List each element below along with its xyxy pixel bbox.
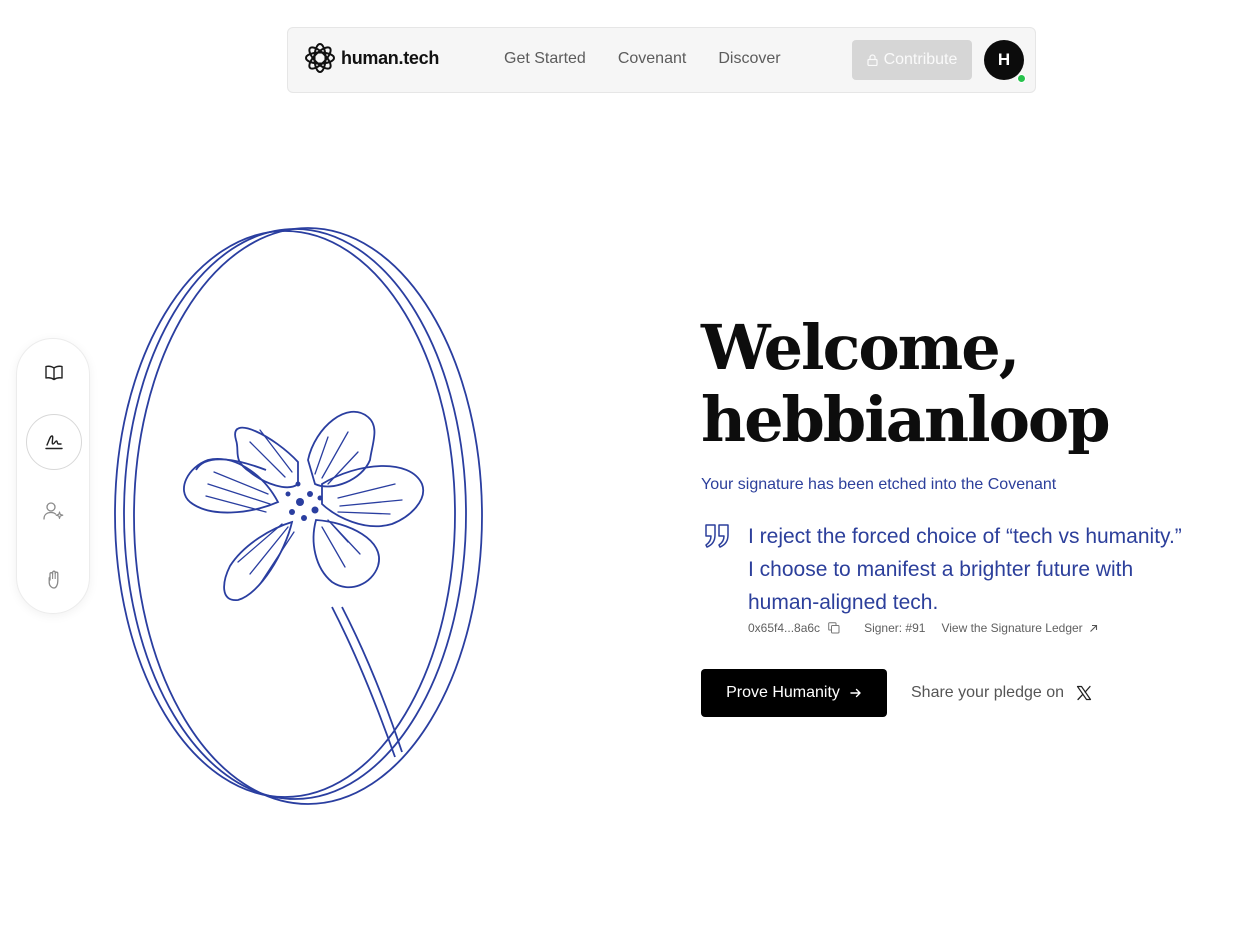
prove-humanity-label: Prove Humanity <box>726 684 840 701</box>
signature-ledger-link[interactable]: View the Signature Ledger <box>941 621 1097 635</box>
signature-icon <box>45 435 63 450</box>
online-status-dot <box>1017 74 1026 83</box>
book-icon <box>45 365 63 381</box>
nav-get-started[interactable]: Get Started <box>504 50 586 68</box>
quote-mark-icon <box>705 524 729 548</box>
contribute-button[interactable]: Contribute <box>852 40 972 80</box>
side-rail <box>16 338 90 614</box>
rail-item-book[interactable] <box>26 345 82 401</box>
ledger-link-label: View the Signature Ledger <box>941 621 1083 635</box>
user-sparkle-icon <box>43 502 64 520</box>
nav-discover[interactable]: Discover <box>718 50 780 68</box>
brand-logo[interactable]: human.tech <box>303 41 439 75</box>
brand-name: human.tech <box>341 47 440 68</box>
share-pledge-text: Share your pledge on <box>911 684 1064 701</box>
rail-item-verify[interactable] <box>26 483 82 539</box>
top-navigation-bar: human.tech Get Started Covenant Discover… <box>287 27 1036 93</box>
external-arrow-icon <box>1089 624 1097 632</box>
flower-medallion-icon <box>114 227 483 805</box>
welcome-line: Welcome, <box>701 311 1020 384</box>
cta-row: Prove Humanity Share your pledge on <box>701 669 1221 717</box>
welcome-heading: Welcome, hebbianloop <box>701 312 1221 456</box>
copy-icon[interactable] <box>828 622 840 634</box>
prove-humanity-button[interactable]: Prove Humanity <box>701 669 887 717</box>
human-tech-logo-icon <box>305 43 335 73</box>
main-nav: Get Started Covenant Discover <box>504 50 813 68</box>
signature-meta: 0x65f4...8a6c Signer: #91 View the Signa… <box>748 621 1221 635</box>
x-logo-icon[interactable] <box>1076 685 1092 701</box>
wallet-address: 0x65f4...8a6c <box>748 621 821 635</box>
rail-item-signature[interactable] <box>26 414 82 470</box>
username-line: hebbianloop <box>701 383 1111 456</box>
rail-item-hand[interactable] <box>26 551 82 607</box>
pledge-quote: I reject the forced choice of “tech vs h… <box>701 520 1221 635</box>
lock-icon <box>866 54 878 66</box>
covenant-welcome-page: human.tech Get Started Covenant Discover… <box>0 0 1247 946</box>
signer-number: Signer: #91 <box>864 621 926 635</box>
signature-confirmation: Your signature has been etched into the … <box>701 476 1057 493</box>
contribute-label: Contribute <box>883 51 958 68</box>
pledge-text: I reject the forced choice of “tech vs h… <box>748 525 1182 614</box>
nav-covenant[interactable]: Covenant <box>618 50 687 68</box>
hand-icon <box>48 570 59 589</box>
welcome-hero: Welcome, hebbianloop Your signature has … <box>701 312 1221 717</box>
arrow-right-icon <box>850 688 861 698</box>
